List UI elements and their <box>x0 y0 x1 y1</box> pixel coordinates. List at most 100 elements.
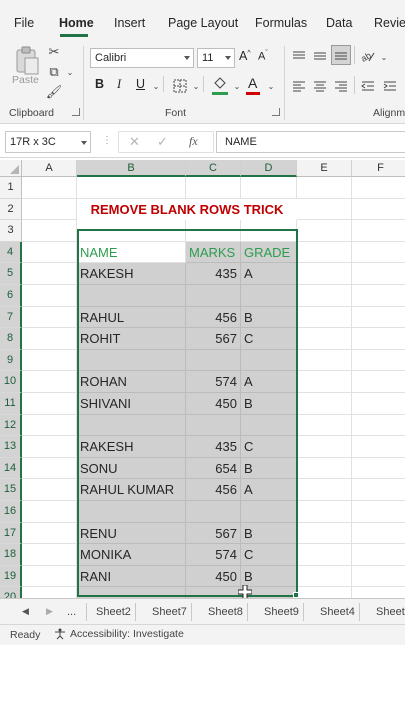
column-header-b[interactable]: B <box>77 160 186 177</box>
header-cell-marks[interactable]: MARKS <box>186 241 241 264</box>
data-cell[interactable]: B <box>241 457 297 480</box>
data-cell[interactable]: RAKESH <box>77 263 186 285</box>
cell-e19[interactable] <box>297 565 352 588</box>
column-header-d[interactable]: D <box>241 160 297 177</box>
cell-a6[interactable] <box>22 285 77 307</box>
enter-icon[interactable]: ✓ <box>157 134 168 150</box>
data-cell[interactable]: 456 <box>186 306 241 329</box>
cell-c3[interactable] <box>186 220 241 242</box>
cell-a20[interactable] <box>22 587 77 598</box>
cell-e1[interactable] <box>297 177 352 199</box>
cell-f10[interactable] <box>352 371 405 393</box>
header-cell-grade[interactable]: GRADE <box>241 241 297 264</box>
row-header-7[interactable]: 7 <box>0 306 22 329</box>
tab-file[interactable]: File <box>14 16 34 30</box>
data-cell[interactable]: 574 <box>186 371 241 393</box>
data-cell[interactable]: 654 <box>186 457 241 480</box>
cell-e2[interactable] <box>297 198 352 221</box>
row-header-16[interactable]: 16 <box>0 501 22 523</box>
align-bottom-icon[interactable] <box>331 45 351 65</box>
row-header-18[interactable]: 18 <box>0 544 22 566</box>
data-cell[interactable]: RENU <box>77 522 186 545</box>
cell-b1[interactable] <box>77 177 186 199</box>
align-middle-icon[interactable] <box>312 48 328 64</box>
sheet-tab[interactable]: Sheet4 <box>316 603 360 621</box>
data-cell[interactable]: 456 <box>186 479 241 501</box>
data-cell[interactable]: MONIKA <box>77 544 186 566</box>
cell-f14[interactable] <box>352 458 405 480</box>
cell-f13[interactable] <box>352 436 405 458</box>
data-cell[interactable]: RANI <box>77 565 186 588</box>
data-cell[interactable]: A <box>241 263 297 285</box>
cell-a12[interactable] <box>22 414 77 437</box>
align-top-icon[interactable] <box>291 48 307 64</box>
row-header-14[interactable]: 14 <box>0 457 22 480</box>
data-cell[interactable]: 574 <box>186 544 241 566</box>
data-cell[interactable]: C <box>241 544 297 566</box>
data-cell[interactable]: A <box>241 479 297 501</box>
cell-e4[interactable] <box>297 241 352 264</box>
data-cell[interactable]: SHIVANI <box>77 393 186 415</box>
format-painter-icon[interactable]: 🖌 <box>46 84 63 100</box>
increase-indent-icon[interactable] <box>382 78 398 94</box>
borders-icon[interactable] <box>172 78 188 94</box>
cell-d1[interactable] <box>241 177 297 199</box>
data-cell[interactable]: B <box>241 522 297 545</box>
copy-icon[interactable]: ⧉ <box>46 64 62 80</box>
accessibility-status[interactable]: Accessibility: Investigate <box>54 628 184 640</box>
row-header-13[interactable]: 13 <box>0 436 22 458</box>
name-box[interactable]: 17R x 3C <box>5 131 91 153</box>
cell-f2[interactable] <box>352 199 405 221</box>
row-header-11[interactable]: 11 <box>0 393 22 415</box>
tab-review[interactable]: Review <box>374 16 405 30</box>
decrease-font-size-icon[interactable]: Aˇ <box>258 50 268 63</box>
cell-a1[interactable] <box>22 177 77 199</box>
cell-a14[interactable] <box>22 457 77 480</box>
increase-font-size-icon[interactable]: A^ <box>239 49 251 63</box>
orientation-icon[interactable]: ab <box>360 48 376 64</box>
row-header-19[interactable]: 19 <box>0 565 22 588</box>
cell-a3[interactable] <box>22 220 77 242</box>
more-options-icon[interactable]: ⋮ <box>102 135 112 146</box>
cell-f16[interactable] <box>352 501 405 523</box>
paste-icon[interactable] <box>14 46 40 76</box>
cell-f18[interactable] <box>352 544 405 566</box>
cell-e11[interactable] <box>297 393 352 415</box>
select-all-button[interactable] <box>0 160 22 177</box>
data-cell[interactable] <box>77 349 186 372</box>
row-header-3[interactable]: 3 <box>0 220 22 242</box>
data-cell[interactable]: 567 <box>186 328 241 350</box>
font-size-select[interactable]: 11 <box>197 48 235 68</box>
bold-button[interactable]: B <box>95 77 104 91</box>
row-header-15[interactable]: 15 <box>0 479 22 501</box>
cell-a18[interactable] <box>22 544 77 566</box>
column-header-a[interactable]: A <box>22 160 77 177</box>
row-header-17[interactable]: 17 <box>0 522 22 545</box>
cell-e14[interactable] <box>297 457 352 480</box>
align-center-icon[interactable] <box>312 78 328 94</box>
data-cell[interactable]: 450 <box>186 565 241 588</box>
cell-f6[interactable] <box>352 285 405 307</box>
data-cell[interactable] <box>186 414 241 437</box>
cell-e3[interactable] <box>297 220 352 242</box>
font-name-select[interactable]: Calibri <box>90 48 194 68</box>
cell-f17[interactable] <box>352 523 405 545</box>
sheet-tab[interactable]: Sheet7 <box>148 603 192 621</box>
cell-a15[interactable] <box>22 479 77 501</box>
row-header-1[interactable]: 1 <box>0 177 22 199</box>
cell-e5[interactable] <box>297 263 352 285</box>
column-header-e[interactable]: E <box>297 160 352 177</box>
data-cell[interactable]: C <box>241 328 297 350</box>
row-header-6[interactable]: 6 <box>0 285 22 307</box>
data-cell[interactable] <box>77 501 186 523</box>
row-header-9[interactable]: 9 <box>0 349 22 372</box>
data-cell[interactable]: 450 <box>186 393 241 415</box>
cell-d3[interactable] <box>241 220 297 242</box>
row-header-4[interactable]: 4 <box>0 241 22 264</box>
cell-e17[interactable] <box>297 522 352 545</box>
cell-f7[interactable] <box>352 307 405 329</box>
chevron-down-icon[interactable]: ⌄ <box>229 78 245 94</box>
row-header-10[interactable]: 10 <box>0 371 22 393</box>
more-sheets-button[interactable]: ... <box>63 603 80 621</box>
sheet-tab[interactable]: Sheet2 <box>92 603 136 621</box>
